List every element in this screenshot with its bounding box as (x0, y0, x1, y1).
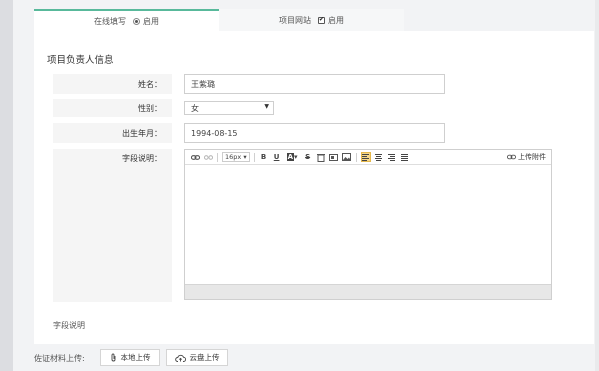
rich-text-editor[interactable]: 16px ▾ B U A ▾ S 上传附件 (184, 149, 552, 300)
name-input[interactable]: 王紫璐 (184, 74, 445, 94)
align-center-icon[interactable] (374, 152, 384, 162)
tab-online-fill-label: 在线填写 (94, 16, 126, 26)
tab-online-fill[interactable]: 在线填写 启用 (34, 9, 219, 31)
font-size-select[interactable]: 16px ▾ (222, 152, 250, 162)
gender-select[interactable]: 女 ▼ (184, 101, 274, 115)
name-label: 姓名： (53, 74, 172, 94)
align-right-icon[interactable] (387, 152, 397, 162)
right-edge (595, 0, 599, 371)
left-scroll-strip (0, 0, 13, 371)
birth-input[interactable]: 1994-08-15 (184, 123, 445, 143)
strikethrough-icon[interactable]: S (303, 152, 313, 162)
font-color-icon[interactable]: A ▾ (285, 152, 300, 162)
image-icon[interactable] (342, 152, 352, 162)
toolbar-divider (355, 152, 357, 162)
video-icon[interactable] (329, 152, 339, 162)
enable-checkbox[interactable]: ✔ (318, 16, 325, 24)
tab-project-website-status: 启用 (328, 15, 344, 25)
font-size-value: 16px (225, 153, 242, 161)
underline-icon[interactable]: U (272, 152, 282, 162)
upload-label: 佐证材料上传: (34, 354, 85, 363)
section-title: 项目负责人信息 (47, 55, 114, 66)
cloud-upload-icon (174, 354, 186, 362)
tab-project-website-label: 项目网站 (279, 15, 311, 25)
field-note: 字段说明 (53, 321, 85, 330)
upload-attachment-label: 上传附件 (518, 153, 546, 161)
cloud-upload-button[interactable]: 云盘上传 (166, 349, 228, 366)
gender-value: 女 (191, 103, 199, 113)
local-upload-label: 本地上传 (120, 353, 151, 362)
align-left-icon[interactable] (360, 152, 371, 162)
toolbar-divider (217, 152, 218, 162)
local-upload-button[interactable]: 本地上传 (100, 349, 160, 366)
unlink-icon[interactable] (203, 152, 213, 162)
enable-radio[interactable] (133, 17, 140, 25)
paperclip-icon (111, 353, 115, 362)
tab-project-website[interactable]: 项目网站 ✔ 启用 (219, 9, 404, 31)
gender-label: 性别： (53, 99, 172, 117)
cloud-upload-label: 云盘上传 (189, 353, 220, 362)
birth-label: 出生年月： (53, 123, 172, 143)
clear-format-icon[interactable] (316, 152, 326, 162)
link-icon[interactable] (190, 152, 200, 162)
toolbar-divider (253, 152, 255, 162)
editor-status-bar (185, 284, 551, 299)
editor-toolbar: 16px ▾ B U A ▾ S 上传附件 (185, 150, 551, 165)
desc-label: 字段说明： (53, 149, 172, 302)
chevron-down-icon: ▼ (264, 103, 269, 110)
birth-value: 1994-08-15 (191, 128, 238, 138)
align-justify-icon[interactable] (400, 152, 410, 162)
form-panel: 项目负责人信息 姓名： 王紫璐 性别： 女 ▼ 出生年月： 1994-08-15… (34, 31, 594, 344)
upload-attachment-button[interactable]: 上传附件 (507, 152, 551, 162)
bold-icon[interactable]: B (259, 152, 269, 162)
tab-online-fill-status: 启用 (143, 16, 159, 26)
name-value: 王紫璐 (191, 79, 215, 89)
tab-bar: 在线填写 启用 项目网站 ✔ 启用 (34, 9, 594, 31)
link-icon (507, 154, 516, 160)
